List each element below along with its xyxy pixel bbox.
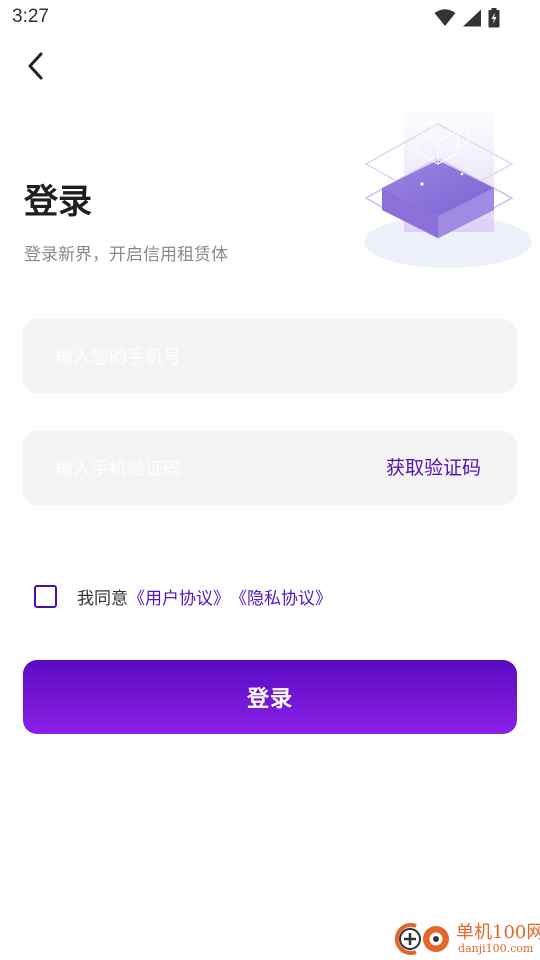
agreement-row: 我同意 《用户协议》 《隐私协议》 [34,583,332,609]
agreement-prefix: 我同意 [77,588,128,609]
status-icons [434,7,500,29]
get-code-button[interactable]: 获取验证码 [386,431,481,505]
page-subtitle: 登录新界，开启信用租赁体 [24,245,228,265]
watermark-url: danji100.com [458,942,534,955]
watermark-name: 单机100网 [456,922,540,943]
verification-code-field[interactable]: 获取验证码 [23,431,517,507]
back-button[interactable] [18,48,54,84]
user-agreement-link[interactable]: 《用户协议》 [128,584,230,609]
phone-field[interactable] [23,319,517,395]
watermark: 单机100网 danji100.com [390,916,540,960]
watermark-logo-icon [394,923,449,955]
signal-icon [463,9,481,27]
decorative-cube-illustration [364,112,532,268]
login-button[interactable]: 登录 [23,660,517,734]
status-time: 3:27 [12,6,49,27]
verification-code-input[interactable] [53,431,337,507]
page-title: 登录 [24,182,92,222]
phone-input[interactable] [53,319,357,395]
privacy-agreement-link[interactable]: 《隐私协议》 [230,584,332,609]
battery-charging-icon [488,8,500,28]
chevron-left-icon [28,52,43,80]
wifi-icon [434,9,456,26]
agree-checkbox[interactable] [34,584,57,608]
status-bar: 3:27 [0,0,540,36]
